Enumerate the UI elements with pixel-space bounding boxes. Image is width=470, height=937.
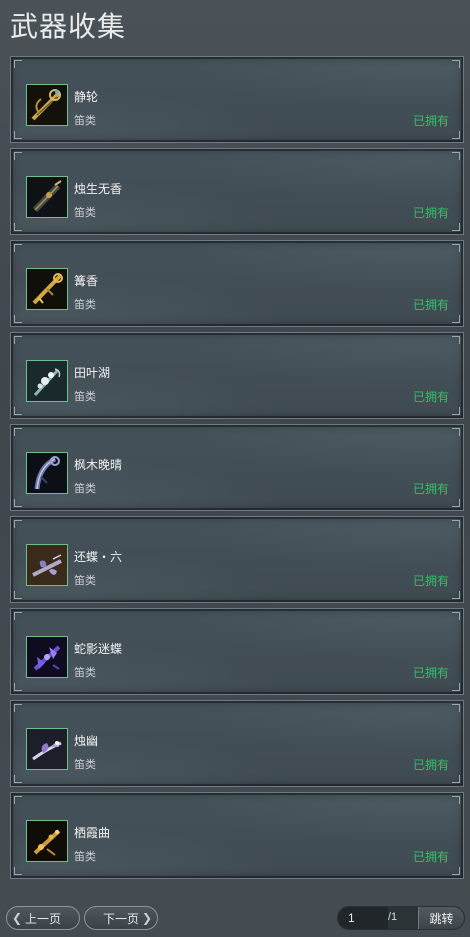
weapon-collection-page: 武器收集 静轮 笛类 已拥有 烛生无香 笛类 已拥有 篝香 笛类 已拥有 田叶湖… <box>0 0 470 937</box>
weapon-card[interactable]: 枫木晚晴 笛类 已拥有 <box>10 424 464 511</box>
weapon-category: 笛类 <box>74 391 96 403</box>
flute-lilac-icon <box>26 728 68 770</box>
weapon-category: 笛类 <box>74 667 96 679</box>
weapon-name: 还蝶・六 <box>74 550 123 564</box>
owned-status: 已拥有 <box>412 482 449 496</box>
weapon-category: 笛类 <box>74 483 96 495</box>
weapon-card[interactable]: 蛇影迷蝶 笛类 已拥有 <box>10 608 464 695</box>
flute-dark-icon <box>26 176 68 218</box>
owned-status: 已拥有 <box>412 850 449 864</box>
weapon-category: 笛类 <box>74 299 96 311</box>
weapon-name: 静轮 <box>74 90 99 104</box>
page-title: 武器收集 <box>10 11 127 42</box>
weapon-name: 栖霞曲 <box>74 826 111 840</box>
chevron-left-icon: ❮ <box>12 911 23 925</box>
flute-violet-icon <box>26 636 68 678</box>
weapon-name: 篝香 <box>74 274 99 288</box>
flute-gold-icon <box>26 268 68 310</box>
total-pages: /1 <box>388 911 398 923</box>
jump-button[interactable]: 跳转 <box>418 907 464 929</box>
weapon-name: 蛇影迷蝶 <box>74 642 123 656</box>
weapon-card[interactable]: 烛幽 笛类 已拥有 <box>10 700 464 787</box>
page-number-input[interactable] <box>338 907 388 929</box>
weapon-name: 烛生无香 <box>74 182 123 196</box>
flute-flower-icon <box>26 360 68 402</box>
next-page-button[interactable]: 下一页 ❯ <box>84 906 158 930</box>
weapon-card[interactable]: 静轮 笛类 已拥有 <box>10 56 464 143</box>
owned-status: 已拥有 <box>412 206 449 220</box>
weapon-name: 烛幽 <box>74 734 99 748</box>
weapon-list: 静轮 笛类 已拥有 烛生无香 笛类 已拥有 篝香 笛类 已拥有 田叶湖 笛类 已… <box>10 56 464 884</box>
flute-butterfly-icon <box>26 544 68 586</box>
owned-status: 已拥有 <box>412 114 449 128</box>
owned-status: 已拥有 <box>412 758 449 772</box>
flute-purple-icon <box>26 452 68 494</box>
chevron-right-icon: ❯ <box>141 911 152 925</box>
weapon-card[interactable]: 还蝶・六 笛类 已拥有 <box>10 516 464 603</box>
prev-page-button[interactable]: ❮ 上一页 <box>6 906 80 930</box>
prev-page-label: 上一页 <box>24 911 61 926</box>
owned-status: 已拥有 <box>412 666 449 680</box>
owned-status: 已拥有 <box>412 390 449 404</box>
weapon-card[interactable]: 烛生无香 笛类 已拥有 <box>10 148 464 235</box>
flute-amber-icon <box>26 820 68 862</box>
weapon-card[interactable]: 栖霞曲 笛类 已拥有 <box>10 792 464 879</box>
flute-golden-ornate-icon <box>26 84 68 126</box>
weapon-card[interactable]: 篝香 笛类 已拥有 <box>10 240 464 327</box>
next-page-label: 下一页 <box>102 911 139 926</box>
weapon-category: 笛类 <box>74 851 96 863</box>
weapon-card[interactable]: 田叶湖 笛类 已拥有 <box>10 332 464 419</box>
weapon-category: 笛类 <box>74 759 96 771</box>
weapon-category: 笛类 <box>74 115 96 127</box>
weapon-name: 田叶湖 <box>74 366 111 380</box>
weapon-category: 笛类 <box>74 575 96 587</box>
owned-status: 已拥有 <box>412 574 449 588</box>
weapon-name: 枫木晚晴 <box>74 458 123 472</box>
owned-status: 已拥有 <box>412 298 449 312</box>
weapon-category: 笛类 <box>74 207 96 219</box>
page-jump-control: /1 跳转 <box>337 906 465 930</box>
